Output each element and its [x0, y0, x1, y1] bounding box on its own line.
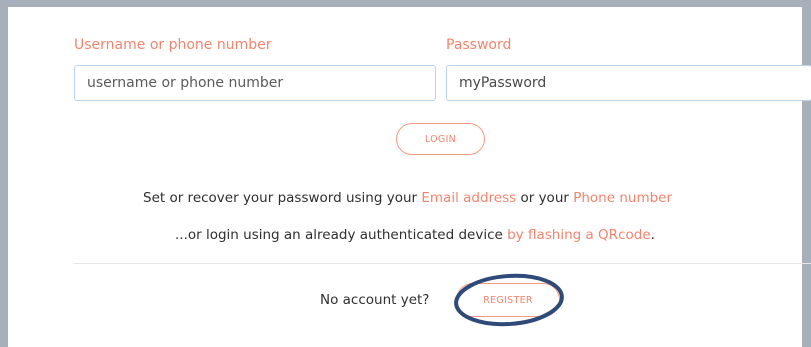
recover-line: Set or recover your password using your …	[143, 190, 672, 206]
recover-middle: or your	[516, 190, 574, 206]
email-address-link[interactable]: Email address	[421, 190, 516, 206]
register-button[interactable]: REGISTER	[456, 283, 560, 317]
qr-suffix: .	[650, 227, 655, 243]
username-input[interactable]	[74, 65, 436, 101]
qr-code-link[interactable]: by flashing a QRcode	[507, 227, 651, 243]
recover-prefix: Set or recover your password using your	[143, 190, 422, 206]
login-panel: Username or phone number Password LOGIN …	[0, 0, 811, 347]
phone-number-link[interactable]: Phone number	[573, 190, 672, 206]
qr-prefix: ...or login using an already authenticat…	[175, 227, 508, 243]
login-button[interactable]: LOGIN	[396, 123, 485, 155]
password-label: Password	[446, 37, 512, 53]
password-input[interactable]	[446, 65, 811, 101]
divider	[74, 263, 811, 264]
no-account-prompt: No account yet?	[320, 292, 430, 308]
qr-login-line: ...or login using an already authenticat…	[175, 227, 655, 243]
username-label: Username or phone number	[74, 37, 272, 53]
